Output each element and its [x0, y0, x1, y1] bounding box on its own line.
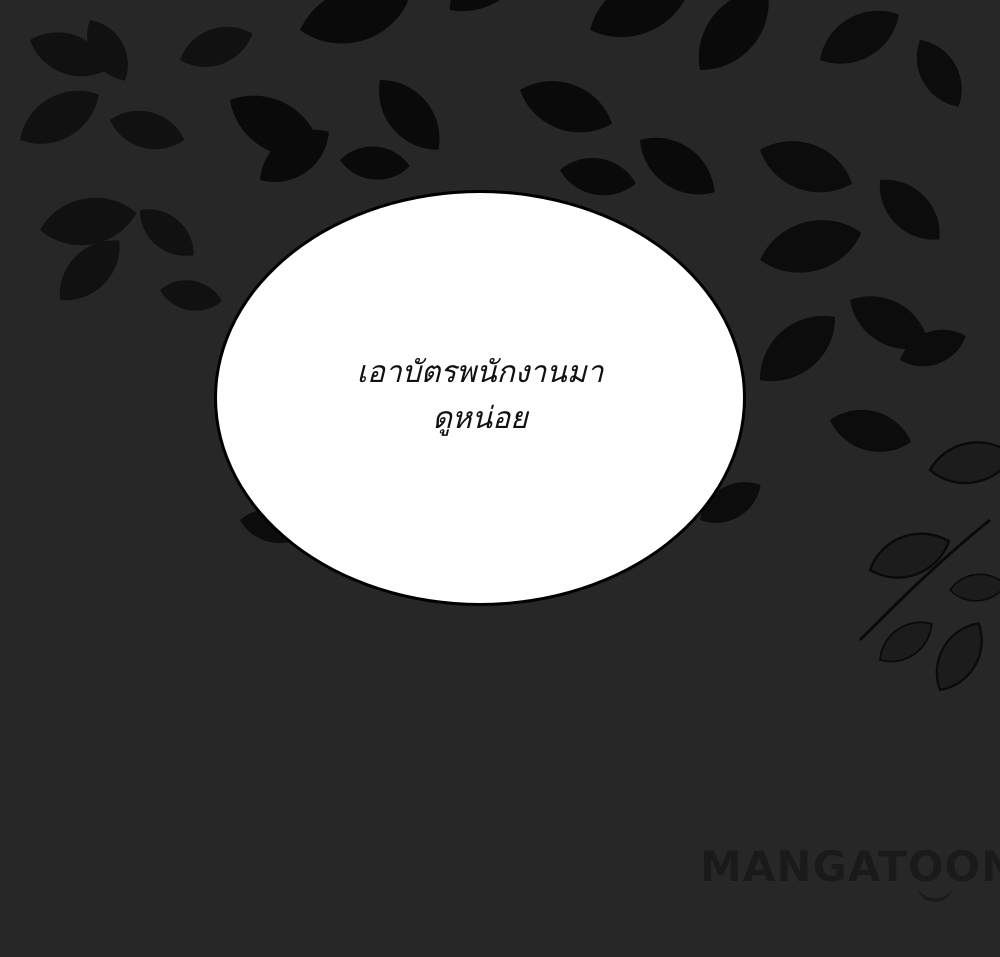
leaf-cluster-lower-right	[862, 434, 1000, 701]
speech-line-1: เอาบัตรพนักงานมา	[356, 355, 604, 390]
watermark-logo: MANGATOON	[700, 842, 1000, 891]
leaf-cluster-top	[217, 0, 787, 210]
speech-line-2: ดูหน่อย	[432, 401, 528, 436]
leaf-cluster-left	[9, 11, 259, 316]
speech-bubble-text: เอาบัตรพนักงานมา ดูหน่อย	[214, 350, 746, 442]
comic-panel: เอาบัตรพนักงานมา ดูหน่อย MANGATOON	[0, 0, 1000, 957]
